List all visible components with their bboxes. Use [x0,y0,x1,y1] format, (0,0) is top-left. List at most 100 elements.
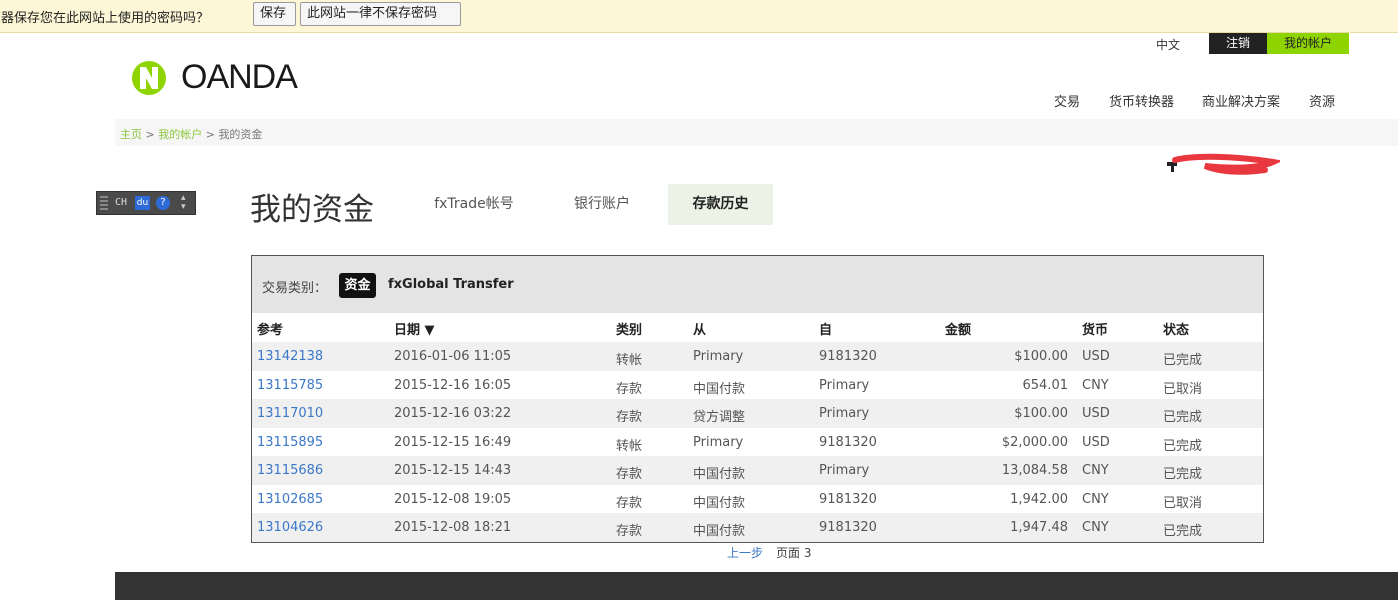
my-account-button[interactable]: 我的帐户 [1267,33,1349,54]
breadcrumb-separator: > [145,128,155,141]
tab-fxtrade-account[interactable]: fxTrade帐号 [420,184,528,225]
row-to: Primary [819,463,870,478]
table-row: 13115686 2015-12-15 14:43 存款 中国付款 Primar… [252,456,1263,485]
breadcrumb-separator: > [205,128,215,141]
page-title: 我的资金 [250,192,374,228]
row-currency: USD [1082,435,1110,450]
row-amount: $100.00 [1014,406,1068,421]
row-currency: CNY [1082,463,1109,478]
col-to[interactable]: 自 [819,319,832,338]
breadcrumb-account[interactable]: 我的帐户 [158,128,202,141]
col-status[interactable]: 状态 [1163,319,1189,338]
row-from: Primary [693,349,744,364]
transactions-panel: 交易类别： 资金 fxGlobal Transfer 参考 日期 ▼ 类别 从 … [251,255,1264,543]
nav-currency-converter[interactable]: 货币转换器 [1109,91,1174,110]
row-status: 已完成 [1163,410,1203,425]
row-ref-link[interactable]: 13115785 [257,378,323,393]
row-status: 已取消 [1163,496,1203,511]
row-currency: CNY [1082,520,1109,535]
pager-page-label: 页面 3 [776,546,812,560]
row-currency: CNY [1082,378,1109,393]
row-date: 2015-12-15 14:43 [394,463,512,478]
filter-bar: 交易类别： 资金 fxGlobal Transfer [252,256,1263,313]
row-date: 2016-01-06 11:05 [394,349,512,364]
row-date: 2015-12-16 03:22 [394,406,512,421]
row-amount: 1,942.00 [1010,492,1068,507]
row-amount: 13,084.58 [1001,463,1068,478]
tab-bank-account[interactable]: 银行账户 [548,184,656,225]
row-to: 9181320 [819,492,877,507]
row-amount: $2,000.00 [1001,435,1068,450]
row-type: 存款 [616,524,643,539]
row-ref-link[interactable]: 13104626 [257,520,323,535]
row-from: 中国付款 [693,496,746,511]
row-status: 已取消 [1163,382,1203,397]
row-ref-link[interactable]: 13115895 [257,435,323,450]
table-row: 13115785 2015-12-16 16:05 存款 中国付款 Primar… [252,371,1263,400]
pager-prev-link[interactable]: 上一步 [727,544,763,561]
never-save-password-button[interactable]: 此网站一律不保存密码 [300,2,461,26]
row-to: 9181320 [819,349,877,364]
row-type: 存款 [616,496,643,511]
row-status: 已完成 [1163,524,1203,539]
footer [115,572,1398,600]
oanda-logo-text: OANDA [181,58,298,96]
password-save-message: 览器保存您在此网站上使用的密码吗？ [0,11,210,26]
col-reference[interactable]: 参考 [257,319,283,338]
redacted-scribble [1167,153,1280,175]
row-date: 2015-12-16 16:05 [394,378,512,393]
row-date: 2015-12-15 16:49 [394,435,512,450]
oanda-logo-icon [132,61,166,95]
nav-resources[interactable]: 资源 [1309,91,1335,110]
baidu-icon[interactable]: du [135,196,150,210]
col-type[interactable]: 类别 [616,319,642,338]
row-ref-link[interactable]: 13117010 [257,406,323,421]
row-date: 2015-12-08 19:05 [394,492,512,507]
nav-trade[interactable]: 交易 [1054,91,1080,110]
col-from[interactable]: 从 [693,319,706,338]
logout-button[interactable]: 注销 [1209,33,1267,54]
filter-fxglobal-transfer[interactable]: fxGlobal Transfer [388,277,514,292]
nav-business-solutions[interactable]: 商业解决方案 [1202,91,1280,110]
table-row: 13104626 2015-12-08 18:21 存款 中国付款 918132… [252,513,1263,542]
filter-label: 交易类别： [262,281,328,296]
row-to: 9181320 [819,520,877,535]
row-ref-link[interactable]: 13142138 [257,349,323,364]
row-type: 存款 [616,410,643,425]
filter-funds[interactable]: 资金 [339,273,376,298]
col-date[interactable]: 日期 ▼ [394,319,435,338]
row-currency: CNY [1082,492,1109,507]
ime-mode[interactable]: CH [115,197,127,208]
table-row: 13117010 2015-12-16 03:22 存款 贷方调整 Primar… [252,399,1263,428]
row-to: Primary [819,406,870,421]
row-type: 存款 [616,382,643,397]
table-row: 13102685 2015-12-08 19:05 存款 中国付款 918132… [252,485,1263,514]
row-date: 2015-12-08 18:21 [394,520,512,535]
row-status: 已完成 [1163,467,1203,482]
language-link[interactable]: 中文 [1156,36,1180,53]
save-password-button[interactable]: 保存 [253,2,296,26]
col-currency[interactable]: 货币 [1082,319,1108,338]
row-from: 中国付款 [693,382,746,397]
row-to: 9181320 [819,435,877,450]
breadcrumb-current: 我的资金 [218,128,263,141]
breadcrumb-home[interactable]: 主页 [120,128,142,141]
help-icon[interactable]: ? [156,196,170,210]
tab-deposit-history[interactable]: 存款历史 [668,184,773,225]
row-amount: 1,947.48 [1010,520,1068,535]
row-ref-link[interactable]: 13115686 [257,463,323,478]
row-currency: USD [1082,406,1110,421]
row-type: 转帐 [616,353,643,368]
ime-arrows-icon[interactable]: ▴ ▾ [181,194,186,212]
row-status: 已完成 [1163,439,1203,454]
drag-handle[interactable] [100,196,108,210]
row-type: 存款 [616,467,643,482]
row-from: Primary [693,435,744,450]
col-amount[interactable]: 金额 [945,319,971,338]
row-from: 中国付款 [693,467,746,482]
row-status: 已完成 [1163,353,1203,368]
row-amount: $100.00 [1014,349,1068,364]
ime-toolbar: CH du ? ▴ ▾ [96,191,196,215]
row-ref-link[interactable]: 13102685 [257,492,323,507]
row-from: 贷方调整 [693,410,746,425]
